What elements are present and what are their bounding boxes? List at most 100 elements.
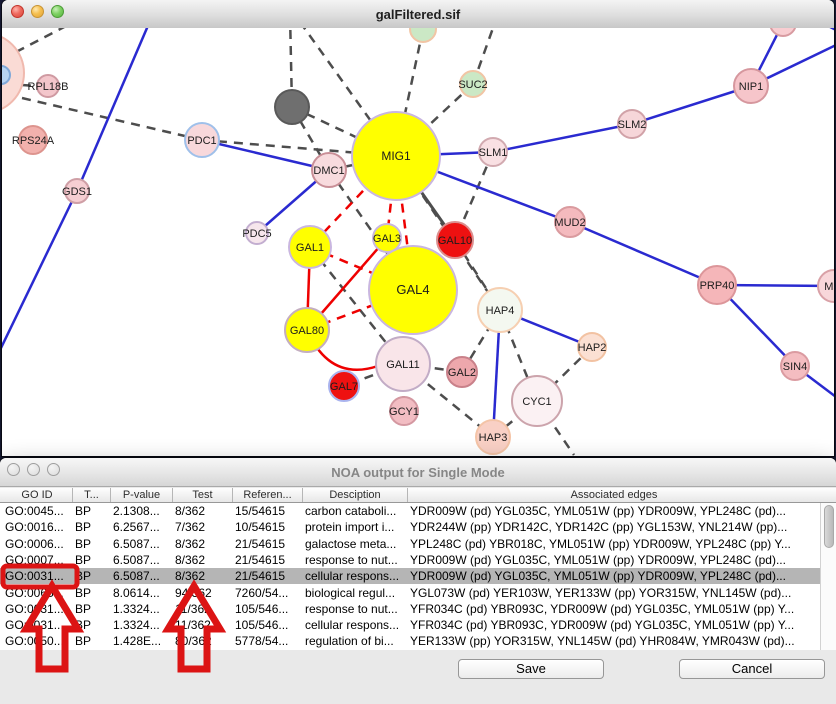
cell-description: cellular respons... xyxy=(305,617,405,633)
network-window-titlebar[interactable]: galFiltered.sif xyxy=(2,0,834,29)
graph-edge[interactable] xyxy=(77,28,153,191)
graph-node-pink2[interactable] xyxy=(770,28,796,36)
cell-go_id: GO:0065... xyxy=(5,585,70,601)
graph-edge[interactable] xyxy=(16,28,68,52)
column-header-p_value[interactable]: P-value xyxy=(110,488,172,502)
table-row-1[interactable]: GO:0045...BP2.1308...8/36215/54615carbon… xyxy=(0,503,820,519)
table-row-3[interactable]: GO:0006...BP6.5087...8/36221/54615galact… xyxy=(0,536,820,552)
cell-reference: 15/54615 xyxy=(235,503,300,519)
cell-associated_edges: YGL073W (pd) YER103W, YER133W (pp) YOR31… xyxy=(410,585,818,601)
graph-node-label-hap2: HAP2 xyxy=(578,342,607,354)
graph-node-label-hap3: HAP3 xyxy=(479,432,508,444)
vertical-scrollbar[interactable] xyxy=(820,503,836,650)
cell-test: 8/362 xyxy=(175,568,230,584)
cell-type: BP xyxy=(75,519,108,535)
graph-edge[interactable] xyxy=(2,191,77,350)
graph-node-label-hap4: HAP4 xyxy=(486,305,515,317)
close-icon[interactable] xyxy=(7,463,20,476)
graph-node-green2[interactable] xyxy=(410,28,436,42)
table-row-7[interactable]: GO:0031...BP1.3324...11/362105/546...res… xyxy=(0,601,820,617)
graph-node-gray1[interactable] xyxy=(275,90,309,124)
save-button[interactable]: Save xyxy=(458,659,604,679)
cell-description: response to nut... xyxy=(305,552,405,568)
column-header-associated_edges[interactable]: Associated edges xyxy=(407,488,820,502)
graph-node-label-pdc5: PDC5 xyxy=(242,228,271,240)
cell-p_value: 1.428E... xyxy=(113,633,170,649)
maximize-icon[interactable] xyxy=(51,5,64,18)
cell-associated_edges: YDR009W (pd) YGL035C, YML051W (pp) YDR00… xyxy=(410,568,818,584)
column-header-description[interactable]: Desciption xyxy=(302,488,407,502)
cancel-button[interactable]: Cancel xyxy=(679,659,825,679)
column-header-reference[interactable]: Referen... xyxy=(232,488,302,502)
graph-node-label-cyc1: CYC1 xyxy=(522,396,551,408)
graph-edge[interactable] xyxy=(22,98,202,140)
cell-description: biological regul... xyxy=(305,585,405,601)
table-row-8[interactable]: GO:0031...BP1.3324...11/362105/546...cel… xyxy=(0,617,820,633)
cell-p_value: 6.2567... xyxy=(113,519,170,535)
scrollbar-thumb[interactable] xyxy=(824,505,834,548)
graph-node-label-gal11: GAL11 xyxy=(386,359,419,371)
cell-description: galactose meta... xyxy=(305,536,405,552)
cell-associated_edges: YDR009W (pd) YGL035C, YML051W (pp) YDR00… xyxy=(410,552,818,568)
noa-window-title: NOA output for Single Mode xyxy=(70,465,766,480)
graph-node-label-gal2: GAL2 xyxy=(448,367,476,379)
cell-test: 8/362 xyxy=(175,552,230,568)
cell-p_value: 6.5087... xyxy=(113,552,170,568)
cell-type: BP xyxy=(75,552,108,568)
graph-node-label-suc2: SUC2 xyxy=(458,79,487,91)
graph-node-label-gal1: GAL1 xyxy=(296,242,324,254)
graph-node-label-gal3: GAL3 xyxy=(373,233,401,245)
graph-node-label-rpl18b: RPL18B xyxy=(28,81,69,93)
graph-node-label-gcy1: GCY1 xyxy=(389,406,419,418)
cell-p_value: 6.5087... xyxy=(113,568,170,584)
minimize-icon[interactable] xyxy=(27,463,40,476)
cell-p_value: 2.1308... xyxy=(113,503,170,519)
graph-node-label-rps24a: RPS24A xyxy=(12,135,55,147)
table-body: GO:0045...BP2.1308...8/36215/54615carbon… xyxy=(0,503,836,650)
graph-node-label-prp40: PRP40 xyxy=(700,280,735,292)
column-header-type[interactable]: T... xyxy=(72,488,110,502)
cell-go_id: GO:0006... xyxy=(5,536,70,552)
graph-node-label-gal10: GAL10 xyxy=(438,235,472,247)
graph-edge-pdc1-dmc1[interactable] xyxy=(202,140,329,170)
graph-edge-mud2-prp40[interactable] xyxy=(570,222,717,285)
network-window-title: galFiltered.sif xyxy=(72,7,764,22)
cell-go_id: GO:0050... xyxy=(5,633,70,649)
maximize-icon[interactable] xyxy=(47,463,60,476)
graph-node-label-gds1: GDS1 xyxy=(62,186,92,198)
table-row-5[interactable]: GO:0031...BP6.5087...8/36221/54615cellul… xyxy=(0,568,820,584)
graph-node-label-nip1: NIP1 xyxy=(739,81,763,93)
network-window: galFiltered.sif RPL18BRPS24AGDS1PDC1PDC5… xyxy=(2,0,834,456)
cell-test: 11/362 xyxy=(175,617,230,633)
network-canvas[interactable]: RPL18BRPS24AGDS1PDC1PDC5DMC1SUC2SLM1SLM2… xyxy=(2,28,834,456)
cell-associated_edges: YFR034C (pd) YBR093C, YDR009W (pd) YGL03… xyxy=(410,617,818,633)
cell-reference: 105/546... xyxy=(235,601,300,617)
cell-type: BP xyxy=(75,503,108,519)
cell-test: 8/362 xyxy=(175,536,230,552)
table-row-9[interactable]: GO:0050...BP1.428E...80/3625778/54...reg… xyxy=(0,633,820,649)
cell-test: 8/362 xyxy=(175,503,230,519)
column-header-go_id[interactable]: GO ID xyxy=(2,488,72,502)
table-row-6[interactable]: GO:0065...BP8.0614...94/3627260/54...bio… xyxy=(0,585,820,601)
cell-go_id: GO:0007... xyxy=(5,552,70,568)
noa-window-titlebar[interactable]: NOA output for Single Mode xyxy=(0,458,836,487)
graph-edge-slm1-slm2[interactable] xyxy=(493,124,632,152)
cell-type: BP xyxy=(75,633,108,649)
cell-reference: 7260/54... xyxy=(235,585,300,601)
cell-test: 94/362 xyxy=(175,585,230,601)
graph-node-label-mig1: MIG1 xyxy=(381,149,411,163)
table-row-2[interactable]: GO:0016...BP6.2567...7/36210/54615protei… xyxy=(0,519,820,535)
close-icon[interactable] xyxy=(11,5,24,18)
column-header-test[interactable]: Test xyxy=(172,488,232,502)
cell-description: regulation of bi... xyxy=(305,633,405,649)
minimize-icon[interactable] xyxy=(31,5,44,18)
graph-node-label-sin4: SIN4 xyxy=(783,361,807,373)
graph-edge-slm2-nip1[interactable] xyxy=(632,86,751,124)
graph-edge[interactable] xyxy=(805,28,834,30)
cell-reference: 10/54615 xyxy=(235,519,300,535)
graph-node-label-gal7: GAL7 xyxy=(330,381,358,393)
cell-go_id: GO:0016... xyxy=(5,519,70,535)
cell-description: response to nut... xyxy=(305,601,405,617)
cell-associated_edges: YER133W (pp) YOR315W, YNL145W (pd) YHR08… xyxy=(410,633,818,649)
table-row-4[interactable]: GO:0007...BP6.5087...8/36221/54615respon… xyxy=(0,552,820,568)
